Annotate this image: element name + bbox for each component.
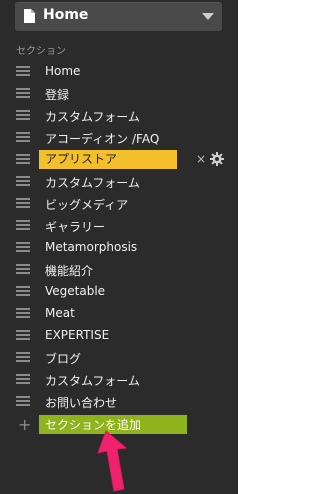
chevron-down-icon[interactable]: [202, 13, 214, 20]
gear-icon[interactable]: [210, 152, 224, 166]
section-label[interactable]: Vegetable: [45, 284, 105, 298]
drag-handle-icon[interactable]: [16, 66, 30, 77]
close-icon[interactable]: ×: [196, 152, 206, 166]
section-label[interactable]: ギャラリー: [45, 218, 105, 235]
section-label-active[interactable]: アプリストア: [39, 150, 177, 169]
section-item[interactable]: Metamorphosis: [0, 237, 238, 259]
drag-handle-icon[interactable]: [16, 374, 30, 385]
section-label[interactable]: カスタムフォーム: [45, 174, 140, 191]
section-item[interactable]: お問い合わせ: [0, 391, 238, 413]
drag-handle-icon[interactable]: [16, 308, 30, 319]
drag-handle-icon[interactable]: [16, 88, 30, 99]
section-item[interactable]: EXPERTISE: [0, 325, 238, 347]
section-label[interactable]: Meat: [45, 306, 75, 320]
section-label[interactable]: Metamorphosis: [45, 240, 137, 254]
section-item[interactable]: ギャラリー: [0, 215, 238, 237]
document-icon: [24, 9, 35, 23]
section-item[interactable]: アコーディオン /FAQ: [0, 127, 238, 149]
section-item[interactable]: 機能紹介: [0, 259, 238, 281]
section-label[interactable]: EXPERTISE: [45, 328, 109, 342]
section-label[interactable]: 機能紹介: [45, 262, 93, 279]
section-item[interactable]: カスタムフォーム: [0, 369, 238, 391]
drag-handle-icon[interactable]: [16, 220, 30, 231]
section-label[interactable]: カスタムフォーム: [45, 108, 140, 125]
section-label[interactable]: Home: [45, 64, 80, 78]
section-item[interactable]: ブログ: [0, 347, 238, 369]
section-item[interactable]: Vegetable: [0, 281, 238, 303]
drag-handle-icon[interactable]: [16, 176, 30, 187]
section-list: Home 登録 カスタムフォーム アコーディオン /FAQ アプリストア × カ…: [0, 61, 238, 413]
drag-handle-icon[interactable]: [16, 242, 30, 253]
drag-handle-icon[interactable]: [16, 264, 30, 275]
section-label[interactable]: ブログ: [45, 350, 81, 367]
section-label[interactable]: アコーディオン /FAQ: [45, 130, 159, 147]
section-item[interactable]: カスタムフォーム: [0, 105, 238, 127]
section-item[interactable]: カスタムフォーム: [0, 171, 238, 193]
section-panel: Home セクション Home 登録 カスタムフォーム アコーディオン /FAQ…: [0, 0, 238, 494]
section-label[interactable]: カスタムフォーム: [45, 372, 140, 389]
page-select[interactable]: Home: [15, 2, 222, 31]
plus-icon[interactable]: +: [18, 416, 31, 434]
section-label[interactable]: お問い合わせ: [45, 394, 117, 411]
drag-handle-icon[interactable]: [16, 132, 30, 143]
section-item[interactable]: 登録: [0, 83, 238, 105]
sections-header: セクション: [16, 46, 66, 57]
drag-handle-icon[interactable]: [16, 330, 30, 341]
drag-handle-icon[interactable]: [16, 286, 30, 297]
annotation-arrow-icon: [97, 430, 128, 492]
section-item[interactable]: ビッグメディア: [0, 193, 238, 215]
section-item[interactable]: Home: [0, 61, 238, 83]
section-item[interactable]: Meat: [0, 303, 238, 325]
drag-handle-icon[interactable]: [16, 154, 30, 165]
drag-handle-icon[interactable]: [16, 198, 30, 209]
section-item-active[interactable]: アプリストア ×: [0, 149, 238, 171]
drag-handle-icon[interactable]: [16, 352, 30, 363]
drag-handle-icon[interactable]: [16, 396, 30, 407]
drag-handle-icon[interactable]: [16, 110, 30, 121]
section-label[interactable]: ビッグメディア: [45, 196, 128, 213]
section-label[interactable]: 登録: [45, 86, 69, 103]
page-select-label: Home: [43, 7, 89, 23]
